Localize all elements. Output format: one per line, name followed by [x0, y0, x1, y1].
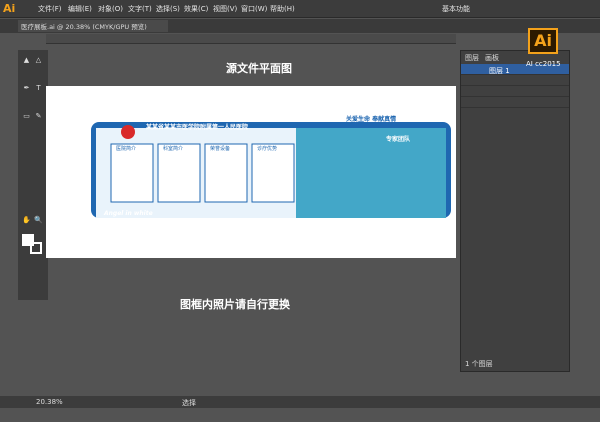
brush-tool-icon[interactable]: ✎: [34, 112, 43, 121]
selection-tool-icon[interactable]: ▲: [22, 56, 31, 65]
hospital-logo-icon: [121, 125, 135, 139]
version-label: AI cc2015: [526, 60, 561, 68]
menu-window[interactable]: 窗口(W): [241, 4, 267, 14]
canvas-title: 源文件平面图: [226, 62, 292, 75]
panel-title-4: 诊疗优势: [257, 146, 278, 152]
status-bar: 20.38% 选择: [0, 396, 600, 408]
layer-row[interactable]: [461, 75, 569, 86]
menu-view[interactable]: 视图(V): [213, 4, 237, 14]
hand-tool-icon[interactable]: ✋: [22, 216, 31, 225]
english-slogan: Angel in white: [104, 210, 153, 217]
ruler-top: [46, 34, 456, 44]
document-tab[interactable]: 医疗展板.ai @ 20.38% (CMYK/GPU 预览): [18, 20, 168, 32]
menu-bar: Ai 文件(F) 编辑(E) 对象(O) 文字(T) 选择(S) 效果(C) 视…: [0, 0, 600, 18]
menu-object[interactable]: 对象(O): [98, 4, 123, 14]
stroke-swatch[interactable]: [30, 242, 42, 254]
layer-count: 1 个图层: [465, 360, 493, 368]
panel-title-1: 医院简介: [116, 146, 137, 152]
design-artwork: [91, 122, 451, 218]
menu-file[interactable]: 文件(F): [38, 4, 62, 14]
canvas-note: 图框内照片请自行更换: [180, 298, 290, 311]
artboard[interactable]: 某某省某某市医学院附属第一人民医院 关爱生命 奉献真情 医院简介 科室简介 荣誉…: [46, 86, 456, 258]
panel-title-3: 荣誉设备: [210, 146, 231, 152]
team-title: 专家团队: [386, 136, 411, 143]
ai-app-icon: Ai: [528, 28, 558, 54]
menu-select[interactable]: 选择(S): [156, 4, 180, 14]
layer-row[interactable]: [461, 86, 569, 97]
pen-tool-icon[interactable]: ✒: [22, 84, 31, 93]
current-tool: 选择: [182, 399, 196, 407]
menu-help[interactable]: 帮助(H): [270, 4, 295, 14]
layer-row[interactable]: [461, 97, 569, 108]
menu-type[interactable]: 文字(T): [128, 4, 152, 14]
ai-logo: Ai: [3, 2, 16, 15]
rectangle-tool-icon[interactable]: ▭: [22, 112, 31, 121]
menu-effect[interactable]: 效果(C): [184, 4, 208, 14]
layers-tab[interactable]: 图层: [465, 53, 479, 63]
panel-title-2: 科室简介: [163, 146, 184, 152]
artboards-tab[interactable]: 画板: [485, 53, 499, 63]
menu-edit[interactable]: 编辑(E): [68, 4, 92, 14]
zoom-tool-icon[interactable]: 🔍: [34, 216, 43, 225]
zoom-level[interactable]: 20.38%: [36, 398, 63, 406]
hospital-name: 某某省某某市医学院附属第一人民医院: [146, 124, 249, 131]
slogan: 关爱生命 奉献真情: [346, 116, 397, 123]
direct-selection-tool-icon[interactable]: △: [34, 56, 43, 65]
tools-panel: ▲ △ ✒ T ▭ ✎ ✋ 🔍: [18, 50, 48, 300]
workspace-switcher[interactable]: 基本功能: [442, 4, 470, 14]
type-tool-icon[interactable]: T: [34, 84, 43, 93]
layers-panel: 图层 画板 图层 1 1 个图层: [460, 50, 570, 372]
